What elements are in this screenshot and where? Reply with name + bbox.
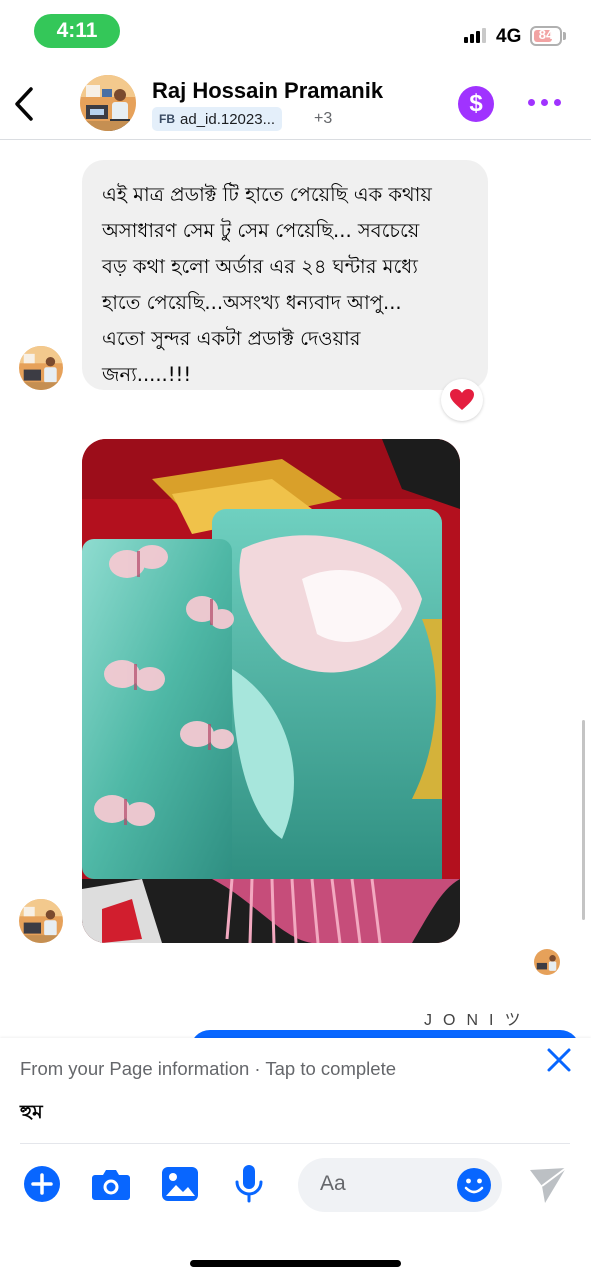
ad-id-label: ad_id.12023...	[180, 110, 276, 128]
close-icon	[547, 1048, 571, 1072]
more-options-button[interactable]	[528, 99, 561, 106]
header-divider	[0, 139, 591, 140]
voice-button[interactable]	[229, 1164, 269, 1204]
sender-signature: JONIツ	[424, 1012, 532, 1029]
chevron-left-icon	[15, 87, 33, 121]
smiley-icon	[457, 1168, 491, 1202]
microphone-icon	[235, 1165, 263, 1203]
sender-avatar[interactable]	[19, 346, 63, 390]
send-icon	[530, 1167, 567, 1203]
heart-reaction[interactable]	[441, 379, 483, 421]
product-photo[interactable]	[82, 439, 460, 943]
back-button[interactable]	[12, 86, 36, 127]
battery-icon: 84	[530, 26, 562, 46]
dollar-icon: $	[469, 90, 483, 117]
composer-divider	[20, 1143, 570, 1144]
status-time: 4:11	[34, 14, 120, 48]
seen-indicator-avatar	[534, 949, 560, 975]
incoming-message-bubble[interactable]: এই মাত্র প্রডাক্ট টি হাতে পেয়েছি এক কথা…	[82, 160, 488, 390]
plus-circle-icon	[24, 1166, 60, 1202]
fb-tag-prefix: FB	[159, 112, 175, 126]
payment-button[interactable]: $	[458, 86, 494, 122]
battery-nub	[563, 32, 566, 40]
contact-name[interactable]: Raj Hossain Pramanik	[152, 78, 383, 104]
page-info-prompt[interactable]: From your Page information · Tap to comp…	[20, 1058, 396, 1080]
network-type: 4G	[496, 26, 522, 47]
home-indicator[interactable]	[190, 1260, 401, 1267]
more-tags-count[interactable]: +3	[314, 110, 332, 128]
image-icon	[162, 1167, 198, 1201]
message-input-placeholder: Aa	[320, 1172, 346, 1195]
draft-message: হুম	[20, 1101, 43, 1123]
camera-icon	[92, 1170, 130, 1200]
emoji-button[interactable]	[456, 1167, 492, 1208]
heart-icon	[450, 389, 474, 410]
add-button[interactable]	[22, 1164, 62, 1204]
more-dots-icon	[528, 99, 535, 106]
sender-avatar-2[interactable]	[19, 899, 63, 943]
contact-avatar[interactable]	[80, 75, 136, 131]
ad-id-tag[interactable]: FB ad_id.12023...	[152, 107, 283, 131]
camera-button[interactable]	[91, 1164, 131, 1204]
send-button[interactable]	[528, 1166, 568, 1209]
cellular-signal-icon	[464, 28, 486, 43]
close-info-button[interactable]	[546, 1047, 572, 1078]
scrollbar[interactable]	[582, 720, 585, 920]
battery-level: 84	[538, 27, 554, 42]
gallery-button[interactable]	[160, 1164, 200, 1204]
